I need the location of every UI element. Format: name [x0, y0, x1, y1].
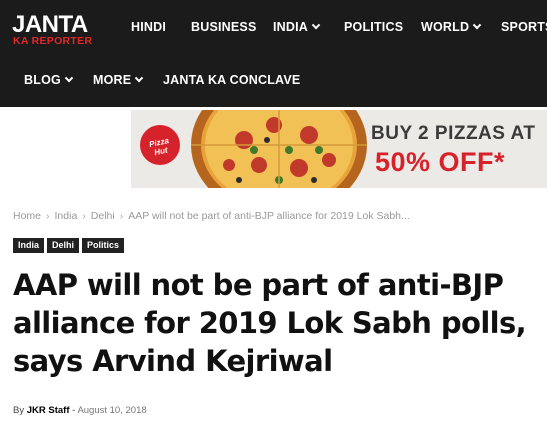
- site-logo[interactable]: JANTA KA REPORTER: [12, 13, 122, 49]
- breadcrumb-separator-icon: ›: [119, 210, 124, 222]
- nav-label: INDIA: [273, 20, 309, 34]
- chevron-down-icon: [135, 73, 144, 83]
- nav-item-janta-ka-conclave[interactable]: JANTA KA CONCLAVE: [163, 68, 300, 92]
- byline-separator: -: [72, 405, 76, 416]
- nav-item-sports[interactable]: SPORTS: [501, 15, 547, 39]
- site-header: JANTA KA REPORTER HINDI BUSINESS INDIA P…: [0, 0, 547, 107]
- publish-date: August 10, 2018: [77, 405, 147, 416]
- nav-label: SPORTS: [501, 20, 547, 34]
- ad-banner[interactable]: Pizza Hut BUY 2 PIZZAS AT 50% OFF*: [131, 110, 547, 188]
- nav-item-hindi[interactable]: HINDI: [131, 15, 166, 39]
- nav-item-world[interactable]: WORLD: [421, 15, 482, 39]
- article-title: AAP will not be part of anti-BJP allianc…: [13, 268, 527, 378]
- pizza-image: [191, 110, 367, 188]
- pizza-hut-logo: Pizza Hut: [140, 125, 180, 165]
- tag-politics[interactable]: Politics: [82, 238, 125, 253]
- page: JANTA KA REPORTER HINDI BUSINESS INDIA P…: [0, 0, 547, 421]
- breadcrumb-current: AAP will not be part of anti-BJP allianc…: [128, 210, 410, 222]
- breadcrumb-delhi[interactable]: Delhi: [91, 210, 115, 222]
- nav-item-blog[interactable]: BLOG: [24, 68, 74, 92]
- nav-item-politics[interactable]: POLITICS: [344, 15, 403, 39]
- breadcrumb-separator-icon: ›: [46, 210, 50, 222]
- nav-label: MORE: [93, 73, 132, 87]
- nav-label: BLOG: [24, 73, 61, 87]
- tag-delhi[interactable]: Delhi: [47, 238, 80, 253]
- nav-label: BUSINESS: [191, 20, 257, 34]
- logo-subtitle: KA REPORTER: [13, 35, 93, 47]
- breadcrumb-separator-icon: ›: [82, 210, 86, 222]
- chevron-down-icon: [64, 73, 74, 83]
- nav-label: JANTA KA CONCLAVE: [163, 73, 301, 87]
- nav-label: HINDI: [131, 20, 167, 34]
- nav-item-india[interactable]: INDIA: [273, 15, 321, 39]
- nav-label: WORLD: [421, 20, 470, 34]
- logo-wordmark: JANTA: [12, 11, 88, 38]
- ad-logo-text: Pizza Hut: [148, 136, 170, 158]
- chevron-down-icon: [311, 20, 321, 30]
- nav-item-more[interactable]: MORE: [93, 68, 144, 92]
- ad-headline: BUY 2 PIZZAS AT: [371, 123, 536, 144]
- breadcrumb-india[interactable]: India: [55, 210, 78, 222]
- nav-label: POLITICS: [344, 20, 404, 34]
- byline-prefix: By: [13, 405, 25, 416]
- article-byline: By JKR Staff - August 10, 2018: [13, 405, 147, 416]
- ad-offer: 50% OFF*: [375, 147, 506, 177]
- category-tags: India Delhi Politics: [13, 235, 127, 253]
- breadcrumb: Home › India › Delhi › AAP will not be part of…: [13, 210, 410, 224]
- chevron-down-icon: [472, 20, 482, 30]
- author-link[interactable]: JKR Staff: [27, 405, 70, 416]
- breadcrumb-home[interactable]: Home: [13, 210, 41, 222]
- nav-item-business[interactable]: BUSINESS: [191, 15, 257, 39]
- tag-india[interactable]: India: [13, 238, 45, 253]
